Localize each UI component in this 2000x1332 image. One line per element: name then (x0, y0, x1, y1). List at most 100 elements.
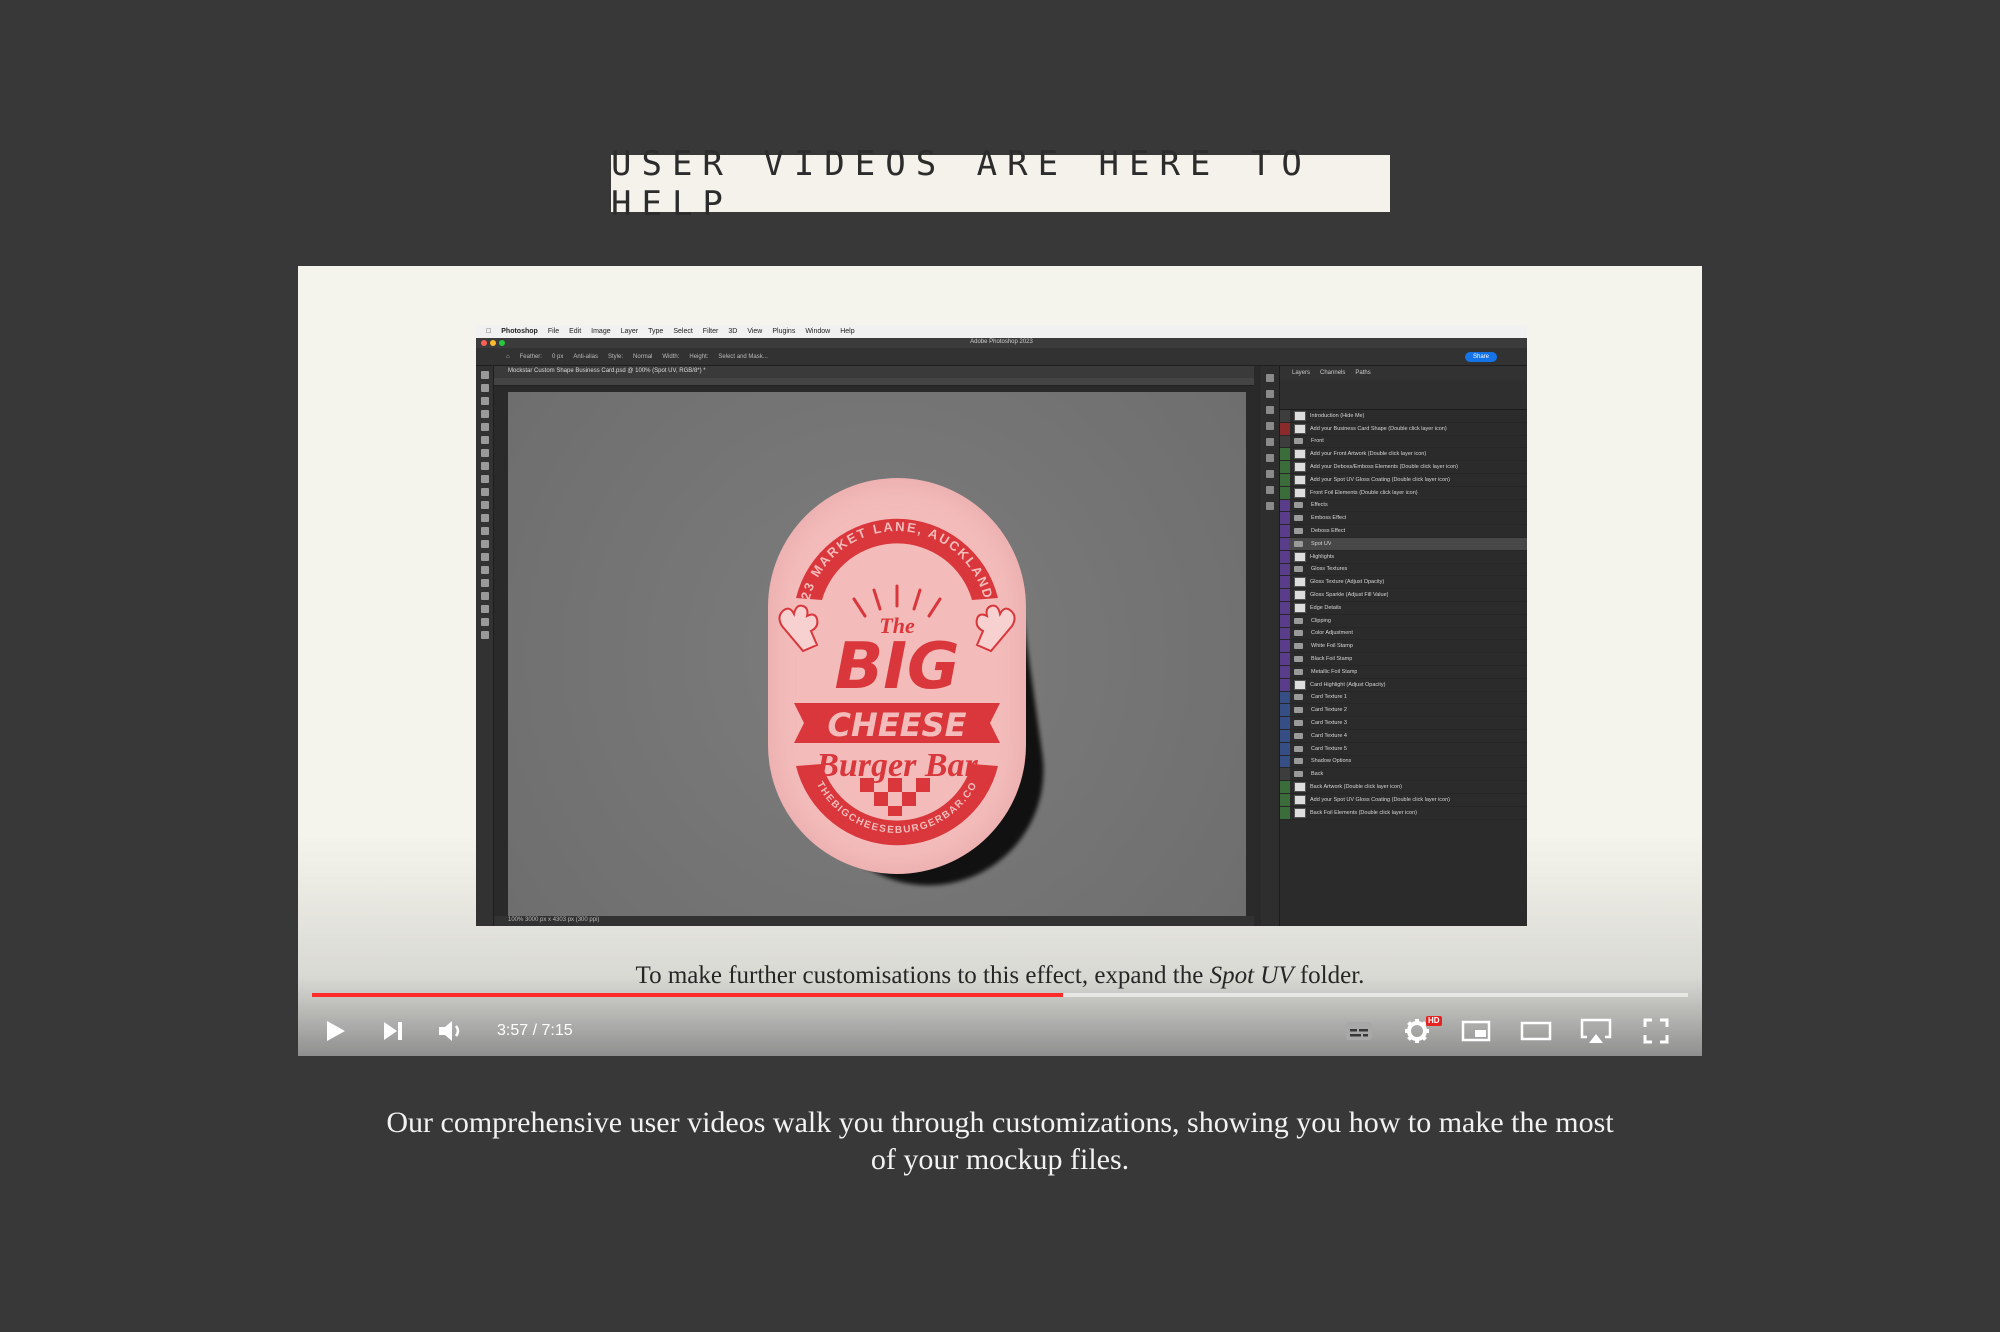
layer-row: Edge Details (1280, 601, 1527, 615)
layer-name: Highlights (1310, 553, 1335, 560)
layer-name: Card Texture 5 (1311, 745, 1347, 752)
layer-name: Effects (1311, 502, 1328, 509)
layer-name: Card Texture 1 (1311, 694, 1347, 701)
layer-name: Add your Deboss/Emboss Elements (Double … (1310, 464, 1458, 471)
layer-row: Back Foil Elements (Double click layer i… (1280, 806, 1527, 820)
layer-name: Back Foil Elements (Double click layer i… (1310, 809, 1417, 816)
layer-row: Introduction (Hide Me) (1280, 410, 1527, 423)
folder-icon (1294, 656, 1303, 663)
layer-row: Card Texture 5 (1280, 742, 1527, 756)
marquee-tool-icon (480, 384, 489, 392)
layer-thumbnail (1294, 679, 1306, 690)
right-glove-icon (975, 604, 1016, 653)
layer-name: Gloss Sparkle (Adjust Fill Value) (1310, 592, 1389, 599)
layer-row: Color Adjustment (1280, 627, 1527, 641)
caption-italic: Spot UV (1209, 962, 1294, 989)
play-button[interactable] (318, 1014, 352, 1048)
layer-row: Add your Spot UV Gloss Coating (Double c… (1280, 473, 1527, 487)
subtitles-button[interactable] (1342, 1014, 1376, 1048)
ps-menu-item: Help (834, 328, 854, 335)
layer-visibility-icon (1280, 448, 1290, 461)
layer-row: Emboss Effect (1280, 512, 1527, 526)
layer-row: Spot UV (1280, 537, 1527, 551)
layer-name: Black Foil Stamp (1311, 656, 1353, 663)
ps-panel-tab: Paths (1355, 370, 1371, 376)
layer-name: Spot UV (1311, 540, 1332, 547)
healing-brush-icon (480, 462, 489, 470)
layer-row: Add your Front Artwork (Double click lay… (1280, 448, 1527, 462)
airplay-button[interactable] (1579, 1014, 1613, 1048)
layer-visibility-icon (1280, 486, 1290, 499)
folder-icon (1294, 438, 1303, 445)
layer-row: Gloss Texture (Adjust Opacity) (1280, 576, 1527, 590)
pen-tool-icon (480, 566, 489, 574)
layer-thumbnail (1294, 423, 1306, 434)
histogram-icon (1266, 470, 1274, 478)
ps-layer-list: Introduction (Hide Me) Add your Business … (1280, 410, 1527, 820)
layer-visibility-icon (1280, 435, 1290, 448)
properties-icon (1266, 406, 1274, 414)
theater-mode-button[interactable] (1519, 1014, 1553, 1048)
layer-row: White Foil Stamp (1280, 640, 1527, 654)
layer-name: Introduction (Hide Me) (1310, 412, 1365, 419)
fullscreen-button[interactable] (1639, 1014, 1673, 1048)
ps-option: Width: (662, 353, 680, 360)
ps-layers-tools (1280, 380, 1527, 410)
layer-thumbnail (1294, 782, 1306, 792)
folder-icon (1294, 694, 1303, 701)
lasso-tool-icon (480, 397, 489, 405)
ps-menu-item: Plugins (767, 328, 795, 335)
folder-icon (1294, 630, 1303, 637)
ps-menu-item: Window (800, 328, 830, 335)
volume-button[interactable] (434, 1014, 468, 1048)
ps-menu-item: File (542, 328, 559, 335)
layer-name: Add your Front Artwork (Double click lay… (1310, 451, 1427, 458)
fullscreen-icon (1643, 1018, 1669, 1044)
video-player[interactable]:  Photoshop File Edit Image Layer Type S… (298, 266, 1702, 1056)
progress-bar[interactable] (312, 993, 1688, 997)
folder-icon (1294, 745, 1303, 752)
swatches-icon (1266, 486, 1274, 494)
layer-visibility-icon (1280, 665, 1290, 678)
layer-visibility-icon (1280, 563, 1290, 576)
ps-panel-icons (1261, 366, 1279, 926)
ps-window-title: Adobe Photoshop 2023 (970, 339, 1033, 345)
next-button[interactable] (376, 1014, 410, 1048)
layer-thumbnail (1294, 794, 1306, 805)
layer-visibility-icon (1280, 653, 1290, 665)
layer-thumbnail (1294, 474, 1306, 485)
ps-option: Style: (608, 353, 624, 360)
layer-thumbnail (1294, 602, 1306, 613)
layer-name: Card Texture 2 (1311, 707, 1347, 714)
left-glove-icon (778, 604, 819, 653)
shape-tool-icon (480, 605, 489, 613)
color-icon (1266, 374, 1274, 382)
layer-row: Card Texture 4 (1280, 729, 1527, 743)
layer-visibility-icon (1280, 729, 1290, 742)
ps-ruler (494, 378, 1254, 386)
layer-row: Add your Business Card Shape (Double cli… (1280, 422, 1527, 436)
miniplayer-button[interactable] (1459, 1014, 1493, 1048)
folder-icon (1294, 771, 1303, 778)
folder-icon (1294, 668, 1303, 675)
layer-name: Card Highlight (Adjust Opacity) (1310, 681, 1386, 688)
ps-option: 0 px (551, 353, 564, 360)
layer-visibility-icon (1280, 525, 1290, 537)
play-icon (327, 1021, 345, 1041)
subtitles-icon (1346, 1022, 1372, 1040)
stamp-tool-icon (480, 488, 489, 496)
layer-visibility-icon (1280, 589, 1290, 601)
layer-visibility-icon (1280, 614, 1290, 627)
layer-row: Add your Deboss/Emboss Elements (Double … (1280, 461, 1527, 474)
layer-name: Gloss Texture (Adjust Opacity) (1310, 579, 1385, 586)
layer-row: Clipping (1280, 614, 1527, 628)
business-card: 23 MARKET LANE, AUCKLAND The BIG CHEESE … (768, 478, 1026, 874)
ps-option: Feather: (519, 353, 542, 360)
history-brush-icon (480, 501, 489, 509)
caption-text: To make further customisations to this e… (635, 962, 1210, 989)
magic-wand-icon (480, 410, 489, 418)
ps-menu-item: 3D (723, 328, 737, 335)
layer-visibility-icon (1280, 550, 1290, 563)
ps-document-title: Mockstar Custom Shape Business Card.psd … (508, 368, 706, 374)
layers-icon (1266, 502, 1274, 510)
